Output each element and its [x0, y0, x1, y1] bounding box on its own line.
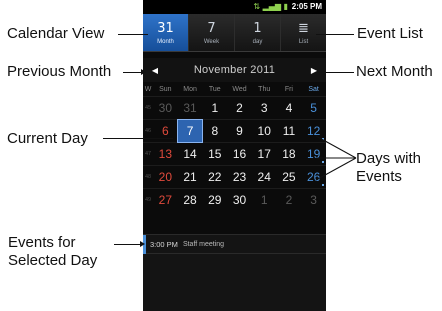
calendar-day[interactable]: 17	[252, 143, 277, 165]
calendar-grid: 45 30 31 1 2 3 4 5 46 6 7 8 9 10 11 12 4…	[143, 96, 326, 234]
calendar-week-icon: 7	[207, 20, 216, 36]
callout-arrowhead	[141, 69, 146, 75]
weekday-tue: Tue	[208, 85, 221, 93]
calendar-day[interactable]: 1	[202, 97, 227, 119]
selected-day-events: 3:00 PM Staff meeting	[143, 234, 326, 311]
calendar-day[interactable]: 30	[153, 97, 178, 119]
week-row: 49 27 28 29 30 1 2 3	[143, 188, 326, 211]
calendar-day[interactable]: 23	[227, 166, 252, 188]
calendar-day[interactable]: 25	[277, 166, 302, 188]
week-row: 47 13 14 15 16 17 18 19	[143, 142, 326, 165]
calendar-day[interactable]: 10	[252, 120, 277, 142]
calendar-day[interactable]: 28	[178, 189, 203, 211]
calendar-day[interactable]: 15	[202, 143, 227, 165]
callout-days-with-events: Days with Events	[356, 150, 421, 186]
tab-label: List	[298, 38, 309, 45]
tab-month[interactable]: 31 Month	[143, 14, 189, 51]
calendar-day[interactable]: 13	[153, 143, 178, 165]
event-title: Staff meeting	[182, 240, 225, 248]
calendar-day[interactable]: 1	[252, 189, 277, 211]
callout-current-day: Current Day	[7, 130, 88, 147]
callout-calendar-view: Calendar View	[7, 25, 105, 42]
tab-day[interactable]: 1 day	[235, 14, 281, 51]
calendar-day[interactable]: 20	[153, 166, 178, 188]
signal-icons: ⇅ ▂▄▆ ▮	[253, 2, 288, 11]
status-time: 2:05 PM	[291, 2, 322, 11]
calendar-day[interactable]: 2	[277, 189, 302, 211]
weekday-header: W Sun Mon Tue Wed Thu Fri Sat	[143, 82, 326, 96]
tab-week[interactable]: 7 Week	[189, 14, 235, 51]
callout-line	[114, 244, 142, 245]
week-row: 48 20 21 22 23 24 25 26	[143, 165, 326, 188]
callout-line	[316, 34, 354, 35]
current-day[interactable]: 7	[176, 119, 204, 143]
event-list-icon: ≣	[298, 20, 309, 36]
calendar-day[interactable]: 31	[178, 97, 203, 119]
callout-line	[318, 72, 354, 73]
callout-next-month: Next Month	[356, 63, 433, 80]
week-number: 48	[144, 174, 152, 180]
calendar-day[interactable]: 5	[301, 97, 326, 119]
callout-arrowhead	[140, 241, 145, 247]
event-item[interactable]: 3:00 PM Staff meeting	[143, 234, 326, 254]
callout-line	[151, 138, 173, 139]
week-number: 47	[144, 151, 152, 157]
callout-line	[118, 34, 148, 35]
event-time: 3:00 PM	[150, 239, 178, 249]
calendar-day[interactable]: 30	[227, 189, 252, 211]
calendar-month-icon: 31	[157, 20, 174, 36]
calendar-day[interactable]: 3	[252, 97, 277, 119]
calendar-day[interactable]: 21	[178, 166, 203, 188]
calendar-day[interactable]: 24	[252, 166, 277, 188]
week-row: 45 30 31 1 2 3 4 5	[143, 96, 326, 119]
week-number-header: W	[144, 85, 152, 93]
previous-month-button[interactable]: ◀	[149, 66, 161, 75]
calendar-day[interactable]: 22	[202, 166, 227, 188]
callout-event-list: Event List	[357, 25, 423, 42]
calendar-day[interactable]: 8	[202, 120, 227, 142]
tab-label: day	[252, 38, 263, 45]
weekday-mon: Mon	[183, 85, 197, 93]
callout-text: Selected Day	[8, 252, 98, 269]
status-bar: ⇅ ▂▄▆ ▮ 2:05 PM	[143, 0, 326, 14]
weekday-sat: Sat	[308, 85, 319, 93]
callout-text: Events for	[8, 234, 76, 251]
weekday-thu: Thu	[258, 85, 271, 93]
calendar-day[interactable]: 11	[277, 120, 302, 142]
weekday-wed: Wed	[232, 85, 247, 93]
calendar-day-icon: 1	[253, 20, 262, 36]
month-title: November 2011	[193, 64, 276, 76]
month-navigation: ◀ November 2011 ▶	[143, 58, 326, 82]
calendar-day[interactable]: 4	[277, 97, 302, 119]
next-month-button[interactable]: ▶	[308, 66, 320, 75]
weekday-fri: Fri	[284, 85, 293, 93]
callout-lines-days	[315, 135, 357, 181]
view-tabs: 31 Month 7 Week 1 day ≣ List	[143, 14, 326, 52]
calendar-day[interactable]: 27	[153, 189, 178, 211]
callout-previous-month: Previous Month	[7, 63, 112, 80]
calendar-day[interactable]: 3	[301, 189, 326, 211]
tab-list[interactable]: ≣ List	[281, 14, 326, 51]
callout-text: Days with	[356, 150, 422, 167]
week-number: 45	[144, 105, 152, 111]
calendar-day[interactable]: 14	[178, 143, 203, 165]
tab-label: Week	[203, 38, 220, 45]
calendar-day[interactable]: 29	[202, 189, 227, 211]
tab-label: Month	[157, 38, 174, 45]
weekday-sun: Sun	[159, 85, 172, 93]
calendar-day[interactable]: 2	[227, 97, 252, 119]
callout-text: Events	[356, 168, 402, 185]
calendar-day[interactable]: 16	[227, 143, 252, 165]
callout-line	[103, 138, 151, 139]
calendar-day[interactable]: 9	[227, 120, 252, 142]
phone-screen: ⇅ ▂▄▆ ▮ 2:05 PM 31 Month 7 Week 1 day ≣ …	[143, 0, 326, 311]
callout-events-for-day: Events for Selected Day	[8, 234, 97, 270]
calendar-day[interactable]: 18	[277, 143, 302, 165]
week-number: 49	[144, 197, 152, 203]
